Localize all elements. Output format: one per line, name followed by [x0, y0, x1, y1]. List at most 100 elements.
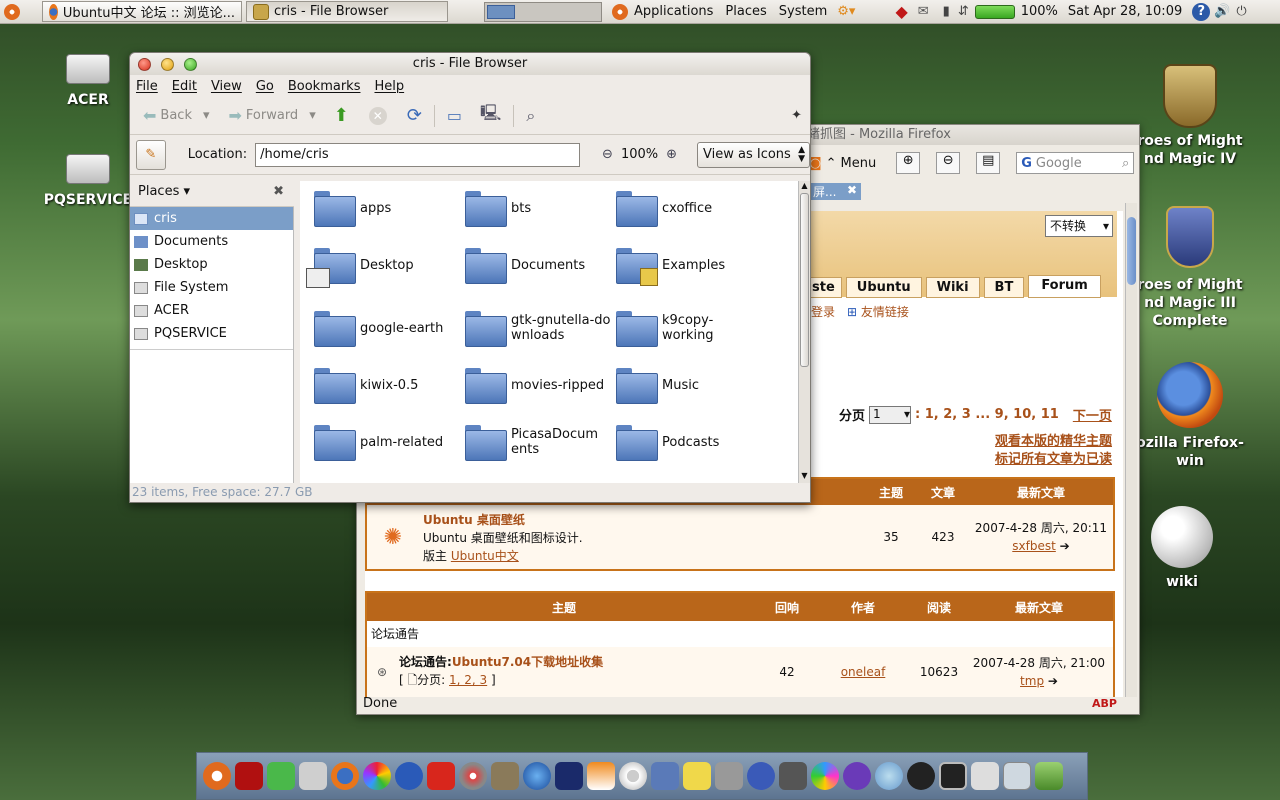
home-folder-icon[interactable]: ▭	[447, 106, 462, 125]
adblock-icon[interactable]: ABP	[1092, 694, 1117, 714]
forum-last-user[interactable]: sxfbest	[1012, 539, 1056, 553]
battery-icon[interactable]	[974, 4, 1015, 19]
clock[interactable]: Sat Apr 28, 10:09	[1068, 4, 1182, 19]
zoom-out-icon[interactable]: ⊖	[602, 147, 613, 162]
folder-item[interactable]: gtk-gnutella-downloads	[465, 303, 615, 353]
desktop-icon-pqservice[interactable]: PQSERVICE	[42, 154, 134, 208]
dock-flower-icon[interactable]	[811, 762, 839, 790]
dock-vlc-icon[interactable]	[587, 762, 615, 790]
encoding-select[interactable]: 不转换 ▾	[1045, 215, 1113, 237]
dock-terminal-icon[interactable]	[939, 762, 967, 790]
zoom-level[interactable]: 100%	[621, 147, 658, 162]
featured-link[interactable]: 观看本版的精华主题	[995, 433, 1112, 451]
folder-item[interactable]: cxoffice	[616, 183, 766, 233]
upload-icon[interactable]: ⊕	[896, 152, 921, 174]
menu-go[interactable]: Go	[256, 79, 274, 94]
dock-logout-icon[interactable]	[971, 762, 999, 790]
dock-globe-icon[interactable]	[875, 762, 903, 790]
scrollbar-thumb[interactable]	[1127, 217, 1136, 285]
place-pqservice[interactable]: PQSERVICE	[130, 322, 293, 345]
places-dropdown[interactable]: Places ▾	[138, 184, 190, 199]
dock-disc-icon[interactable]	[459, 762, 487, 790]
volume-icon[interactable]: 🔊	[1214, 4, 1230, 19]
folder-item[interactable]: Examples	[616, 240, 766, 290]
place-documents[interactable]: Documents	[130, 230, 293, 253]
nav-tab[interactable]: BT	[983, 277, 1025, 298]
dock-show-desktop-icon[interactable]	[1003, 762, 1031, 790]
dock-camera-icon[interactable]	[779, 762, 807, 790]
dock-tools-icon[interactable]	[715, 762, 743, 790]
minimize-window-icon[interactable]	[161, 58, 174, 71]
dock-google-earth-icon[interactable]	[523, 762, 551, 790]
goto-post-icon[interactable]: ➔	[1044, 674, 1058, 688]
menu-system[interactable]: System	[773, 4, 833, 19]
search-icon[interactable]: ⌕	[526, 106, 535, 126]
menu-places[interactable]: Places	[719, 4, 772, 19]
folder-item[interactable]: PicasaDocuments	[465, 417, 615, 467]
forward-button[interactable]: ➡ Forward	[224, 106, 304, 125]
close-window-icon[interactable]	[138, 58, 151, 71]
icon-view-scrollbar[interactable]: ▲ ▼	[798, 181, 810, 483]
ruby-icon[interactable]: ◆	[895, 2, 907, 21]
nav-tab[interactable]: Ubuntu	[845, 277, 922, 298]
shutdown-icon[interactable]: ⏻	[1236, 4, 1246, 19]
dock-gimp-icon[interactable]	[491, 762, 519, 790]
workspace-active[interactable]	[487, 4, 515, 19]
sound-bars-icon[interactable]: ▮	[943, 4, 950, 19]
folder-item[interactable]: Desktop	[306, 240, 464, 290]
view-mode-select[interactable]: View as Icons ▲ ▼	[697, 141, 810, 168]
menu-edit[interactable]: Edit	[172, 79, 197, 94]
network-icon[interactable]: ⇵	[958, 4, 969, 19]
file-browser-window[interactable]: cris - File Browser File Edit View Go Bo…	[129, 52, 811, 503]
menu-help[interactable]: Help	[374, 79, 404, 94]
weather-icon[interactable]: ⚙▾	[837, 4, 855, 19]
topic-title[interactable]: Ubuntu7.04下载地址收集	[452, 655, 603, 669]
pager-select[interactable]: 1 ▾	[869, 405, 912, 424]
taskbar-item-file-browser[interactable]: cris - File Browser	[246, 1, 448, 22]
menu-bookmarks[interactable]: Bookmarks	[288, 79, 361, 94]
page-scrollbar[interactable]	[1125, 203, 1137, 697]
moderator-link[interactable]: Ubuntu中文	[451, 549, 519, 563]
place-acer[interactable]: ACER	[130, 299, 293, 322]
dock-picasa-icon[interactable]	[363, 762, 391, 790]
envelope-icon[interactable]: ✉	[918, 4, 929, 19]
stop-icon[interactable]: ✕	[368, 106, 387, 125]
back-button[interactable]: ⬅ Back	[138, 106, 197, 125]
ubuntu-logo-icon[interactable]	[4, 3, 20, 20]
folder-item[interactable]: bts	[465, 183, 615, 233]
mark-read-link[interactable]: 标记所有文章为已读	[995, 451, 1112, 469]
folder-item[interactable]: palm-related	[314, 417, 464, 467]
dock-lifebuoy-icon[interactable]	[619, 762, 647, 790]
nav-tab-active[interactable]: Forum	[1028, 275, 1101, 298]
folder-item[interactable]: kiwix-0.5	[314, 360, 464, 410]
dock-pidgin-icon[interactable]	[843, 762, 871, 790]
folder-item[interactable]: Podcasts	[616, 417, 766, 467]
dock-thunderbird-icon[interactable]	[395, 762, 423, 790]
browser-tab[interactable]: 屏... ✖	[809, 182, 861, 200]
search-box[interactable]: G Google ⌕	[1016, 152, 1135, 174]
dock-ubuntu-icon[interactable]	[203, 762, 231, 790]
search-icon[interactable]: ⌕	[1122, 156, 1129, 171]
goto-post-icon[interactable]: ➔	[1056, 539, 1070, 553]
scrollbar-thumb[interactable]	[800, 193, 809, 367]
location-input[interactable]: /home/cris	[255, 142, 581, 167]
desktop-icon-heroes-iv[interactable]: roes of Might nd Magic IV	[1130, 64, 1250, 168]
friend-links[interactable]: ⊞ 友情链接	[847, 303, 909, 320]
download-icon[interactable]: ⊖	[936, 152, 961, 174]
menu-view[interactable]: View	[211, 79, 242, 94]
forward-history-icon[interactable]: ▾	[309, 108, 316, 123]
up-arrow-icon[interactable]: ⬆	[334, 105, 349, 126]
icon-view[interactable]: apps bts cxoffice Desktop Documents Exam…	[300, 181, 798, 483]
dock-gem-icon[interactable]	[267, 762, 295, 790]
folder-item[interactable]: google-earth	[314, 303, 464, 353]
print-icon[interactable]: ▤	[976, 152, 1001, 174]
workspace-switcher[interactable]	[484, 1, 602, 22]
menu-applications[interactable]: Applications	[628, 4, 719, 19]
file-browser-titlebar[interactable]: cris - File Browser	[130, 53, 810, 75]
topic-pages[interactable]: 1, 2, 3	[449, 673, 487, 687]
desktop-icon-acer[interactable]: ACER	[58, 54, 118, 108]
pager-pages[interactable]: : 1, 2, 3 ... 9, 10, 11	[915, 407, 1059, 422]
dock-gnome-foot-icon[interactable]	[907, 762, 935, 790]
dock-rip-icon[interactable]	[747, 762, 775, 790]
place-home[interactable]: cris	[130, 207, 293, 230]
